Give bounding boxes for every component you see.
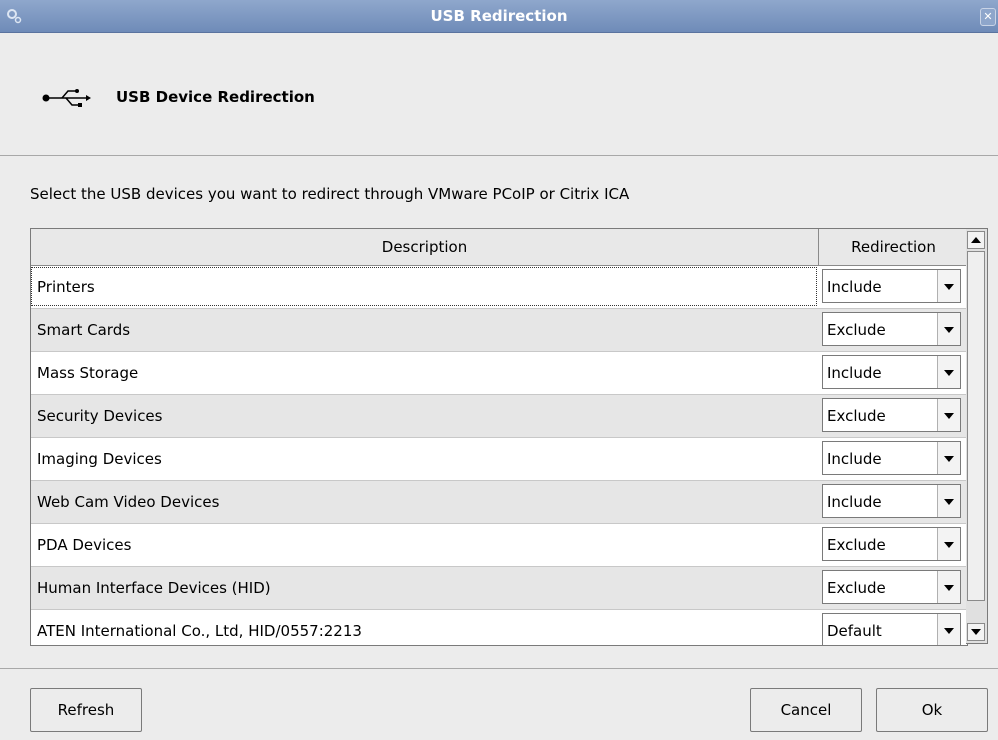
header-panel: USB Device Redirection xyxy=(0,33,998,156)
chevron-down-icon[interactable] xyxy=(937,356,960,388)
table-row[interactable]: PDA Devices Exclude xyxy=(31,524,967,567)
chevron-down-icon[interactable] xyxy=(937,313,960,345)
scroll-up-icon[interactable] xyxy=(967,231,985,249)
redirection-select[interactable]: Include xyxy=(822,355,961,389)
device-table[interactable]: Description Redirection Printers Include… xyxy=(30,228,968,646)
device-description: Printers xyxy=(37,278,95,296)
redirection-value: Exclude xyxy=(827,536,886,554)
title-bar[interactable]: USB Redirection ✕ xyxy=(0,0,998,33)
redirection-select[interactable]: Exclude xyxy=(822,398,961,432)
redirection-select[interactable]: Include xyxy=(822,441,961,475)
table-scrollbar[interactable] xyxy=(966,228,988,644)
device-description: Imaging Devices xyxy=(37,450,162,468)
device-description: Web Cam Video Devices xyxy=(37,493,220,511)
table-row[interactable]: Web Cam Video Devices Include xyxy=(31,481,967,524)
redirection-select[interactable]: Include xyxy=(822,484,961,518)
selection-focus xyxy=(31,267,817,306)
redirection-value: Include xyxy=(827,493,882,511)
device-description: Human Interface Devices (HID) xyxy=(37,579,271,597)
table-row[interactable]: Security Devices Exclude xyxy=(31,395,967,438)
table-header: Description Redirection xyxy=(31,229,967,266)
header-title: USB Device Redirection xyxy=(116,88,315,106)
device-description: Security Devices xyxy=(37,407,163,425)
redirection-select[interactable]: Exclude xyxy=(822,527,961,561)
redirection-select[interactable]: Include xyxy=(822,269,961,303)
column-header-redirection[interactable]: Redirection xyxy=(820,229,967,265)
redirection-value: Include xyxy=(827,364,882,382)
footer-divider xyxy=(0,668,998,669)
redirection-select[interactable]: Exclude xyxy=(822,570,961,604)
scroll-down-icon[interactable] xyxy=(967,623,985,641)
redirection-value: Include xyxy=(827,278,882,296)
table-row[interactable]: Smart Cards Exclude xyxy=(31,309,967,352)
redirection-value: Exclude xyxy=(827,321,886,339)
chevron-down-icon[interactable] xyxy=(937,571,960,603)
redirection-value: Exclude xyxy=(827,579,886,597)
table-body: Printers Include Smart Cards Exclude Mas… xyxy=(31,266,967,645)
refresh-button[interactable]: Refresh xyxy=(30,688,142,732)
scrollbar-thumb[interactable] xyxy=(967,251,985,601)
ok-button[interactable]: Ok xyxy=(876,688,988,732)
chevron-down-icon[interactable] xyxy=(937,614,960,645)
chevron-down-icon[interactable] xyxy=(937,399,960,431)
column-header-description[interactable]: Description xyxy=(31,229,819,265)
device-description: ATEN International Co., Ltd, HID/0557:22… xyxy=(37,622,362,640)
table-row[interactable]: Human Interface Devices (HID) Exclude xyxy=(31,567,967,610)
table-row[interactable]: Mass Storage Include xyxy=(31,352,967,395)
device-description: Smart Cards xyxy=(37,321,131,339)
table-row[interactable]: ATEN International Co., Ltd, HID/0557:22… xyxy=(31,610,967,645)
chevron-down-icon[interactable] xyxy=(937,485,960,517)
table-row[interactable]: Printers Include xyxy=(31,266,967,309)
redirection-value: Exclude xyxy=(827,407,886,425)
redirection-select[interactable]: Exclude xyxy=(822,312,961,346)
redirection-select[interactable]: Default xyxy=(822,613,961,645)
chevron-down-icon[interactable] xyxy=(937,442,960,474)
close-icon[interactable]: ✕ xyxy=(980,8,996,26)
cancel-button[interactable]: Cancel xyxy=(750,688,862,732)
redirection-value: Default xyxy=(827,622,882,640)
window-title: USB Redirection xyxy=(430,7,568,25)
device-description: PDA Devices xyxy=(37,536,132,554)
usb-icon xyxy=(42,89,91,107)
chevron-down-icon[interactable] xyxy=(937,270,960,302)
redirection-value: Include xyxy=(827,450,882,468)
chevron-down-icon[interactable] xyxy=(937,528,960,560)
table-row[interactable]: Imaging Devices Include xyxy=(31,438,967,481)
device-description: Mass Storage xyxy=(37,364,139,382)
instruction-text: Select the USB devices you want to redir… xyxy=(30,185,630,203)
